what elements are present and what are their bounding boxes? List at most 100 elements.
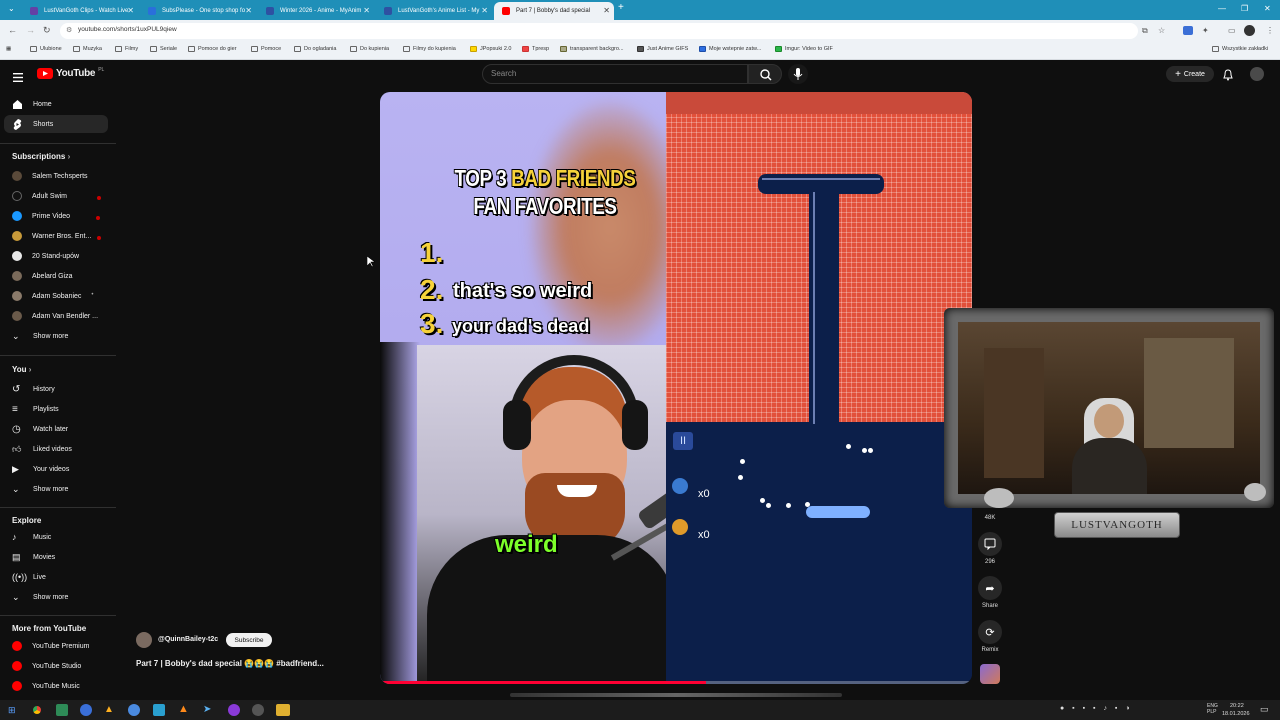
bookmark-item[interactable]: Pomoce: [251, 46, 281, 52]
app-icon[interactable]: [80, 704, 92, 716]
bookmark-item[interactable]: Do ogladania: [294, 46, 336, 52]
browser-tab[interactable]: LustVanGoth's Anime List - My ✕: [376, 2, 492, 20]
file-explorer-icon[interactable]: [276, 704, 290, 716]
bookmark-item[interactable]: Ulubione: [30, 46, 62, 52]
notification-center-icon[interactable]: ▭: [1260, 704, 1269, 715]
sidebar-subscription[interactable]: Salem Techsperts: [12, 171, 88, 181]
language-indicator[interactable]: ENG PLP: [1207, 703, 1218, 715]
browser-tab[interactable]: Winter 2026 - Anime - MyAnim ✕: [258, 2, 374, 20]
maximize-button[interactable]: ❐: [1241, 4, 1248, 13]
profile-avatar[interactable]: [1244, 25, 1255, 36]
apps-grid-icon[interactable]: ▦: [6, 46, 11, 52]
user-avatar[interactable]: [1250, 67, 1264, 81]
bookmark-item[interactable]: Filmy: [115, 46, 138, 52]
bookmark-item[interactable]: Seriale: [150, 46, 177, 52]
app-icon[interactable]: [56, 704, 68, 716]
share-button[interactable]: ➦: [978, 576, 1002, 600]
shorts-video-player[interactable]: TOP 3 BAD FRIENDS FAN FAVORITES 1. 2. th…: [380, 92, 972, 684]
browser-menu-icon[interactable]: ⋮: [1266, 26, 1274, 35]
tab-close-icon[interactable]: ✕: [127, 6, 134, 15]
address-bar[interactable]: ⚙ youtube.com/shorts/1uxPUL9qiew: [60, 23, 1138, 39]
all-bookmarks[interactable]: Wszystkie zakładki: [1212, 46, 1268, 52]
clock-date[interactable]: 18.01.2026: [1222, 711, 1250, 717]
sidebar-show-more[interactable]: ⌄ Show more: [12, 484, 68, 495]
sidebar-item-your-videos[interactable]: ▶ Your videos: [12, 464, 69, 475]
sidebar-show-more[interactable]: ⌄ Show more: [12, 331, 68, 342]
sidebar-item-youtube-studio[interactable]: YouTube Studio: [12, 661, 81, 671]
extensions-puzzle-icon[interactable]: ✦: [1202, 26, 1209, 35]
you-heading[interactable]: You ›: [12, 365, 31, 374]
sidebar-subscription[interactable]: Adult Swim: [12, 191, 102, 201]
search-input[interactable]: Search: [482, 64, 748, 84]
bookmark-item[interactable]: Do kupienia: [350, 46, 389, 52]
bookmark-item[interactable]: Just Anime GIFS: [637, 46, 688, 52]
sidebar-show-more[interactable]: ⌄ Show more: [12, 592, 68, 603]
reload-icon[interactable]: ↻: [43, 25, 51, 36]
sidebar-subscription[interactable]: Adam Sobaniec •: [12, 291, 93, 301]
notifications-bell-icon[interactable]: [1222, 68, 1234, 86]
app-icon[interactable]: ▲: [104, 704, 114, 715]
clock-time[interactable]: 20:22: [1230, 703, 1244, 709]
sidebar-item-music[interactable]: ♪ Music: [12, 532, 51, 543]
forward-icon[interactable]: →: [26, 25, 35, 35]
create-button[interactable]: + Create: [1166, 66, 1214, 82]
tray-icons[interactable]: ● ▪ ▪ ▪ ♪ ▪ ◑: [1060, 705, 1133, 712]
bookmark-item[interactable]: Pomoce do gier: [188, 46, 237, 52]
sidebar-panel-icon[interactable]: ▭: [1228, 26, 1236, 35]
sidebar-item-youtube-music[interactable]: YouTube Music: [12, 681, 80, 691]
chrome-icon[interactable]: [30, 703, 44, 717]
back-icon[interactable]: ←: [8, 25, 17, 35]
site-info-icon[interactable]: ⚙: [66, 26, 72, 34]
hamburger-menu-icon[interactable]: [13, 69, 23, 82]
vlc-icon[interactable]: ▲: [178, 703, 189, 715]
subscribe-button[interactable]: Subscribe: [226, 633, 272, 647]
tab-search-icon[interactable]: ⌄: [8, 4, 15, 13]
bookmark-star-icon[interactable]: ☆: [1158, 26, 1165, 35]
tab-close-icon[interactable]: ✕: [245, 6, 252, 15]
new-tab-button[interactable]: +: [618, 2, 624, 13]
tab-close-icon[interactable]: ✕: [363, 6, 370, 15]
comments-button[interactable]: [978, 532, 1002, 556]
sidebar-item-history[interactable]: ↺ History: [12, 384, 55, 395]
remix-button[interactable]: ⟳: [978, 620, 1002, 644]
sidebar-item-playlists[interactable]: ≡ Playlists: [12, 404, 59, 415]
browser-tab[interactable]: LustVanGoth Clips - Watch Live ✕: [22, 2, 138, 20]
bookmark-item[interactable]: transparent backgro...: [560, 46, 624, 52]
bookmark-item[interactable]: Muzyka: [73, 46, 102, 52]
youtube-logo[interactable]: YouTube PL: [37, 67, 104, 79]
short-title[interactable]: Part 7 | Bobby's dad special 😭😭😭 #badfri…: [136, 659, 366, 668]
sidebar-subscription[interactable]: Prime Video: [12, 211, 101, 221]
extension-icon[interactable]: [1183, 26, 1193, 35]
sidebar-subscription[interactable]: Warner Bros. Ent...: [12, 231, 102, 241]
channel-avatar[interactable]: [136, 632, 152, 648]
app-icon[interactable]: [228, 704, 240, 716]
bookmark-item[interactable]: Imgur: Video to GIF: [775, 46, 833, 52]
bookmark-item[interactable]: Moje wstepnie zatw...: [699, 46, 761, 52]
close-window-button[interactable]: ✕: [1264, 4, 1271, 13]
bookmark-item[interactable]: JPopsuki 2.0: [470, 46, 512, 52]
sidebar-subscription[interactable]: Abelard Giza: [12, 271, 72, 281]
sidebar-item-liked-videos[interactable]: 👍︎ Liked videos: [12, 444, 72, 455]
subscriptions-heading[interactable]: Subscriptions ›: [12, 152, 70, 161]
install-app-icon[interactable]: ⧉: [1142, 26, 1148, 36]
sidebar-item-shorts[interactable]: Shorts: [12, 119, 53, 130]
sidebar-item-home[interactable]: Home: [12, 99, 52, 110]
app-icon[interactable]: ➤: [203, 704, 211, 715]
windows-start-icon[interactable]: ⊞: [8, 705, 16, 716]
app-icon[interactable]: [128, 704, 140, 716]
minimize-button[interactable]: —: [1218, 4, 1226, 13]
sidebar-item-watch-later[interactable]: ◷ Watch later: [12, 424, 68, 435]
sound-thumbnail[interactable]: [980, 664, 1000, 684]
app-icon[interactable]: [153, 704, 165, 716]
sidebar-subscription[interactable]: 20 Stand-upów: [12, 251, 79, 261]
tab-close-icon[interactable]: ✕: [481, 6, 488, 15]
sidebar-item-youtube-premium[interactable]: YouTube Premium: [12, 641, 89, 651]
sidebar-subscription[interactable]: Adam Van Bendler ...: [12, 311, 98, 321]
app-icon[interactable]: [252, 704, 264, 716]
channel-handle[interactable]: @QuinnBailey-t2c: [158, 636, 218, 643]
voice-search-button[interactable]: [788, 64, 808, 84]
sidebar-item-live[interactable]: ((•)) Live: [12, 572, 46, 583]
search-button[interactable]: [748, 64, 782, 84]
sidebar-item-movies[interactable]: ▤ Movies: [12, 552, 55, 563]
browser-tab-active[interactable]: Part 7 | Bobby's dad special ✕: [494, 2, 614, 20]
